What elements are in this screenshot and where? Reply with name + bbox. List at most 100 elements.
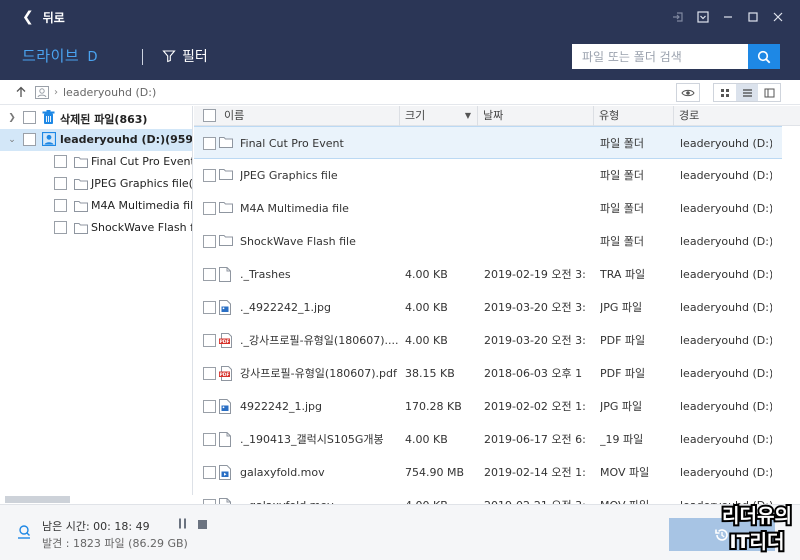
sort-down-icon: ▼ <box>464 111 471 120</box>
file-size <box>405 159 479 192</box>
row-checkbox[interactable] <box>203 169 216 182</box>
folder-icon <box>74 200 88 215</box>
grid-view-button[interactable] <box>714 84 736 101</box>
row-checkbox[interactable] <box>203 301 216 314</box>
file-date: 2019-06-17 오전 6: <box>484 433 586 446</box>
row-checkbox[interactable] <box>203 334 216 347</box>
back-label: 뒤로 <box>42 10 65 25</box>
tree-item-folder[interactable]: M4A Multimedia file(7) <box>0 195 192 217</box>
folder-icon <box>219 136 233 151</box>
folder-icon <box>219 201 233 216</box>
file-type: MOV 파일 <box>600 466 650 479</box>
filter-button[interactable]: 필터 <box>162 46 208 66</box>
chevron-down-icon[interactable]: ⌄ <box>7 135 17 145</box>
file-size: 4.00 KB <box>405 433 448 446</box>
file-name: ._Trashes <box>240 268 291 281</box>
minimize-icon[interactable] <box>715 7 740 27</box>
list-view-button[interactable] <box>736 84 758 101</box>
file-size <box>405 192 479 225</box>
list-icon <box>742 88 752 97</box>
close-icon[interactable] <box>765 7 790 27</box>
table-row[interactable]: ShockWave Flash file 파일 폴더 leaderyouhd (D:… <box>194 225 800 258</box>
row-checkbox[interactable] <box>203 400 216 413</box>
file-type: JPG 파일 <box>600 301 643 314</box>
tree-checkbox[interactable] <box>54 177 67 190</box>
tree-checkbox[interactable] <box>54 199 67 212</box>
column-header-name[interactable]: 이름 <box>219 106 399 126</box>
table-row[interactable]: PDF 강사프로필-유형일(180607).pdf 38.15 KB 2018-06-… <box>194 357 800 390</box>
select-all-checkbox[interactable] <box>203 109 216 122</box>
chevron-right-icon[interactable]: ❯ <box>7 113 17 123</box>
column-header-path[interactable]: 경로 <box>673 106 782 126</box>
sidebar-horizontal-scrollbar[interactable] <box>0 495 193 504</box>
tree-checkbox[interactable] <box>54 221 67 234</box>
pause-button[interactable] <box>178 518 187 532</box>
file-name: JPEG Graphics file <box>240 169 338 182</box>
column-header-size[interactable]: 크기 ▼ <box>399 106 477 126</box>
column-header-type[interactable]: 유형 <box>593 106 673 126</box>
sign-in-icon[interactable] <box>665 7 690 27</box>
file-path: leaderyouhd (D:)\S <box>680 235 772 248</box>
path-separator-icon: › <box>54 86 58 98</box>
tree-item-folder[interactable]: Final Cut Pro Event(1) <box>0 151 192 173</box>
menu-icon[interactable] <box>690 7 715 27</box>
table-row[interactable]: galaxyfold.mov 754.90 MB 2019-02-14 오전 1: M… <box>194 456 800 489</box>
column-header-date[interactable]: 날짜 <box>477 106 593 126</box>
file-type: MOV 파일 <box>600 489 675 504</box>
tree-item-folder[interactable]: ShockWave Flash file(1) <box>0 217 192 239</box>
file-type: 파일 폴더 <box>600 137 644 150</box>
tree-item-label: Final Cut Pro Event(1) <box>91 155 192 168</box>
tree-checkbox[interactable] <box>23 111 36 124</box>
tree-item-drive[interactable]: ⌄ leaderyouhd (D:)(959) <box>0 129 192 151</box>
tree-checkbox[interactable] <box>23 133 36 146</box>
search-button[interactable] <box>748 44 780 69</box>
file-type: 파일 폴더 <box>600 235 644 248</box>
toolbar-divider <box>142 49 143 65</box>
status-footer: 남은 시간: 00: 18: 49 발견 : 1823 파일 (86.29 GB… <box>0 504 800 560</box>
tree-checkbox[interactable] <box>54 155 67 168</box>
file-size: 170.28 KB <box>405 400 462 413</box>
file-size <box>405 225 479 258</box>
file-name: ._강사프로필-유형일(180607).... <box>240 334 398 347</box>
file-date: 2019-03-20 오전 3: <box>484 334 586 347</box>
tree-item-deleted-files[interactable]: ❯ 삭제된 파일(863) <box>0 107 192 129</box>
table-row[interactable]: ._galaxyfold.mov 4.00 KB 2019-02-21 오전 3: M… <box>194 489 800 504</box>
scrollbar-thumb[interactable] <box>5 496 70 503</box>
row-checkbox[interactable] <box>203 235 216 248</box>
table-row[interactable]: ._Trashes 4.00 KB 2019-02-19 오전 3: TRA 파일 le… <box>194 258 800 291</box>
table-row[interactable]: 4922242_1.jpg 170.28 KB 2019-02-02 오전 1: JP… <box>194 390 800 423</box>
row-checkbox[interactable] <box>203 268 216 281</box>
drive-tab[interactable]: 드라이브 D <box>22 45 98 66</box>
row-checkbox[interactable] <box>203 367 216 380</box>
file-size: 754.90 MB <box>405 466 465 479</box>
table-row[interactable]: M4A Multimedia file 파일 폴더 leaderyouhd (D:)… <box>194 192 800 225</box>
tree-item-folder[interactable]: JPEG Graphics file(20) <box>0 173 192 195</box>
file-path: leaderyouhd (D:)\ <box>680 367 772 380</box>
search-input[interactable] <box>572 44 748 69</box>
row-checkbox[interactable] <box>203 137 216 150</box>
file-path: leaderyouhd (D:)\ <box>680 301 772 314</box>
file-table: 이름 크기 ▼ 날짜 유형 경로 Final Cut Pro Event 파일 폴더… <box>194 106 800 504</box>
view-mode-group <box>713 83 781 102</box>
back-button[interactable]: ❮ 뒤로 <box>22 9 65 26</box>
stop-button[interactable] <box>198 520 207 529</box>
table-row[interactable]: Final Cut Pro Event 파일 폴더 leaderyouhd (D:)… <box>194 126 800 159</box>
file-size <box>405 127 479 160</box>
image-file-icon <box>219 300 233 315</box>
row-checkbox[interactable] <box>203 466 216 479</box>
row-checkbox[interactable] <box>203 433 216 446</box>
preview-toggle-button[interactable] <box>676 83 700 102</box>
row-checkbox[interactable] <box>203 202 216 215</box>
table-vertical-scrollbar[interactable] <box>782 126 800 504</box>
breadcrumb[interactable]: leaderyouhd (D:) <box>63 86 156 99</box>
table-row[interactable]: JPEG Graphics file 파일 폴더 leaderyouhd (D:)\… <box>194 159 800 192</box>
table-row[interactable]: PDF ._강사프로필-유형일(180607).... 4.00 KB 2019-03… <box>194 324 800 357</box>
up-arrow-button[interactable] <box>13 84 29 100</box>
image-file-icon <box>219 399 233 414</box>
maximize-icon[interactable] <box>740 7 765 27</box>
file-date <box>484 225 592 258</box>
table-row[interactable]: ._4922242_1.jpg 4.00 KB 2019-03-20 오전 3: JP… <box>194 291 800 324</box>
table-row[interactable]: ._190413_갤럭시S105G개봉 4.00 KB 2019-06-17 오전 … <box>194 423 800 456</box>
file-name: ._4922242_1.jpg <box>240 301 332 314</box>
detail-view-button[interactable] <box>758 84 780 101</box>
